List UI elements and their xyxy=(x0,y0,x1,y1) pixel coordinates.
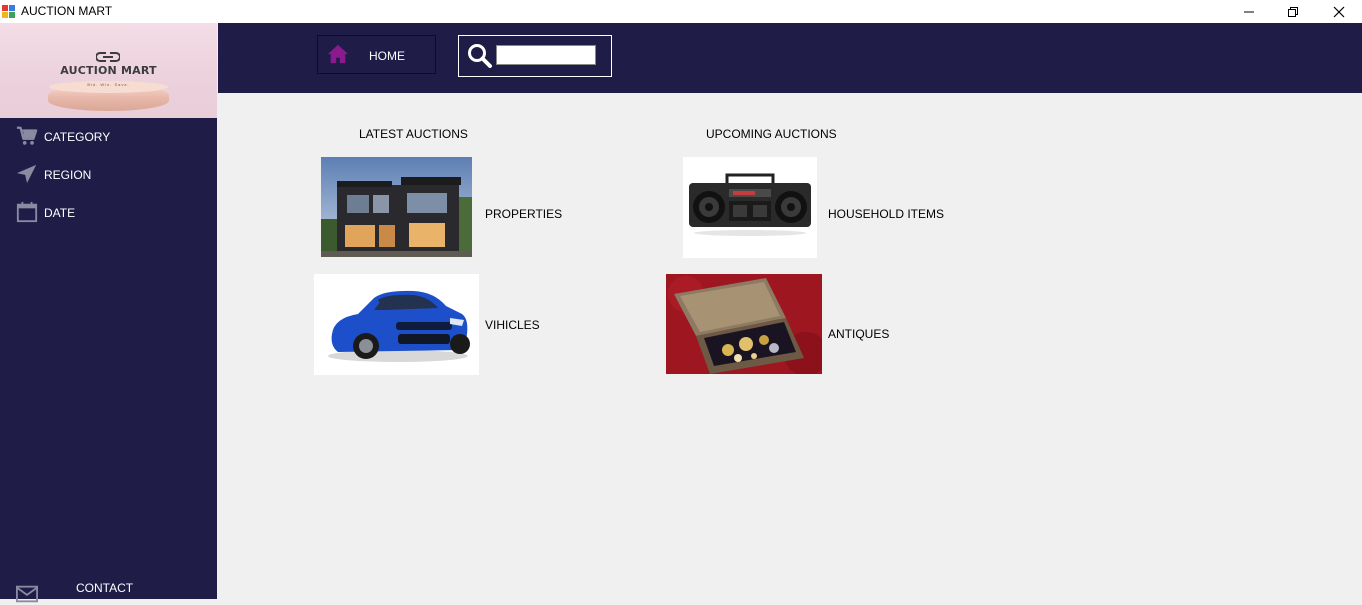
window-titlebar: AUCTION MART xyxy=(0,0,1362,23)
search-icon[interactable] xyxy=(467,43,493,69)
restore-button[interactable] xyxy=(1270,0,1316,23)
envelope-icon xyxy=(16,585,38,603)
top-navbar: HOME xyxy=(218,23,1362,93)
logo-tagline: Bid. Win. Save. xyxy=(87,82,130,87)
sidebar-item-label: CATEGORY xyxy=(44,130,111,144)
sidebar-item-date[interactable]: DATE xyxy=(0,198,217,228)
logo-mark-icon xyxy=(96,52,120,62)
antiques-image[interactable] xyxy=(666,274,822,374)
boombox-photo xyxy=(689,173,811,236)
category-label-properties[interactable]: PROPERTIES xyxy=(485,207,562,221)
logo-text: AUCTION MART xyxy=(60,64,157,77)
window-title: AUCTION MART xyxy=(21,4,113,18)
sidebar-item-region[interactable]: REGION xyxy=(0,160,217,190)
car-photo xyxy=(328,290,470,362)
upcoming-auctions-heading: UPCOMING AUCTIONS xyxy=(706,127,837,141)
home-button[interactable]: HOME xyxy=(317,35,436,74)
app-icon xyxy=(2,5,15,18)
house-photo xyxy=(321,157,472,257)
category-label-household-items[interactable]: HOUSEHOLD ITEMS xyxy=(828,207,944,221)
location-arrow-icon xyxy=(16,164,37,184)
sidebar-item-label: REGION xyxy=(44,168,92,182)
close-button[interactable] xyxy=(1316,0,1362,23)
vehicles-image[interactable] xyxy=(314,274,479,375)
search-input[interactable] xyxy=(496,45,596,65)
sidebar-item-label: CONTACT xyxy=(76,581,134,595)
sidebar: AUCTION MART Bid. Win. Save. CATEGORY RE… xyxy=(0,23,217,603)
category-label-antiques[interactable]: ANTIQUES xyxy=(828,327,889,341)
calendar-icon xyxy=(16,201,38,223)
category-label-vehicles[interactable]: VIHICLES xyxy=(485,318,540,332)
cart-icon xyxy=(16,126,38,145)
sidebar-item-contact[interactable]: CONTACT xyxy=(0,574,217,604)
household-items-image[interactable] xyxy=(683,157,817,258)
close-icon xyxy=(1333,6,1345,17)
sidebar-item-label: DATE xyxy=(44,206,76,220)
home-icon xyxy=(328,44,348,64)
brand-logo[interactable]: AUCTION MART Bid. Win. Save. xyxy=(0,23,217,118)
properties-image[interactable] xyxy=(321,157,472,257)
sidebar-item-category[interactable]: CATEGORY xyxy=(0,122,217,152)
home-button-label: HOME xyxy=(369,49,405,63)
restore-icon xyxy=(1288,6,1298,17)
search-box xyxy=(458,35,612,77)
jewelry-box-photo xyxy=(666,274,822,374)
minimize-button[interactable] xyxy=(1226,0,1272,23)
minimize-icon xyxy=(1244,11,1254,12)
latest-auctions-heading: LATEST AUCTIONS xyxy=(359,127,468,141)
